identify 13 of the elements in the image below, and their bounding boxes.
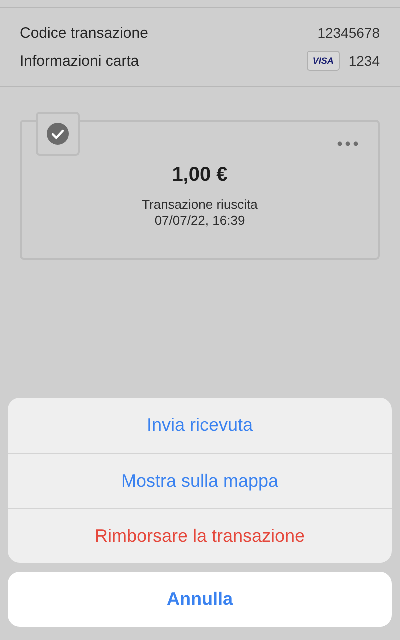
status-text: Transazione riuscita <box>142 197 258 213</box>
transaction-date: 07/07/22, 16:39 <box>154 213 246 229</box>
amount: 1,00 € <box>172 164 228 187</box>
detail-label: Informazioni carta <box>20 52 140 70</box>
detail-value: 12345678 <box>318 25 380 41</box>
cancel-button[interactable]: Annulla <box>8 572 392 627</box>
detail-label: Codice transazione <box>20 24 148 42</box>
more-icon[interactable] <box>337 141 359 147</box>
action-button[interactable]: Invia ricevuta <box>8 398 392 453</box>
card-brand-logo: VISA <box>306 51 340 71</box>
refund-button[interactable]: Rimborsare la transazione <box>8 508 392 563</box>
detail-value: 1234 <box>348 53 380 69</box>
action-button[interactable]: Mostra sulla mappa <box>8 453 392 508</box>
